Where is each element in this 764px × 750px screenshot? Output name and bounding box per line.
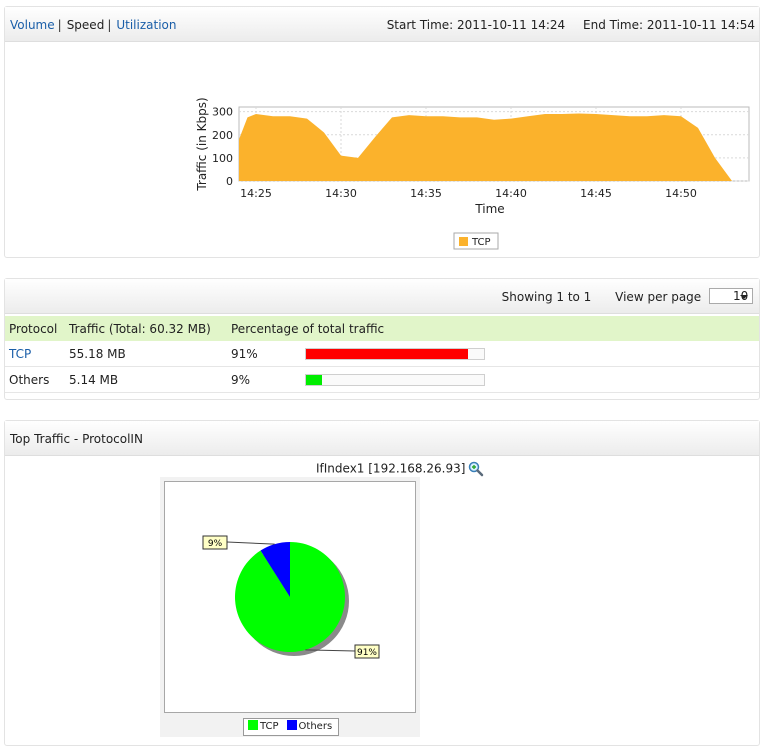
protocol-table: Protocol Traffic (Total: 60.32 MB) Perce… <box>5 316 759 393</box>
chevron-down-icon <box>740 295 748 299</box>
legend-swatch-tcp <box>248 720 258 730</box>
legend-swatch-others <box>286 720 297 730</box>
legend-label-tcp: TCP <box>260 721 279 732</box>
pie-plot-area: 91% 9% <box>164 481 416 713</box>
table-header-row: Protocol Traffic (Total: 60.32 MB) Perce… <box>5 316 759 341</box>
x-tick-label: 14:40 <box>495 187 527 200</box>
pie-callout-others: 9% <box>202 535 228 550</box>
column-header-percentage[interactable]: Percentage of total traffic <box>227 316 759 341</box>
legend-label-tcp: TCP <box>471 237 491 248</box>
percent-value: 91% <box>227 341 301 367</box>
percent-bar-fill <box>306 374 323 385</box>
legend-label-others: Others <box>298 721 333 732</box>
percent-bar-cell <box>301 341 759 367</box>
pager: Showing 1 to 1 View per page 10 <box>482 288 753 305</box>
table-row: TCP 55.18 MB 91% <box>5 341 759 367</box>
tcp-area-series <box>239 113 732 181</box>
legend-swatch-tcp <box>459 237 468 246</box>
traffic-value: 5.14 MB <box>65 366 227 393</box>
pie-callout-tcp: 91% <box>354 644 380 659</box>
y-tick-label: 300 <box>212 106 233 119</box>
chart-legend: TCP <box>453 232 499 250</box>
protocol-pie-chart: 91% 9% <box>202 535 380 659</box>
traffic-chart-panel: Volume | Speed | Utilization Start Time: 201… <box>4 6 760 258</box>
view-per-page-label: View per page <box>615 289 702 304</box>
pie-chart-title: IfIndex1 [192.168.26.93] <box>316 461 484 477</box>
percent-bar-fill <box>306 348 468 359</box>
pie-data-label: 9% <box>208 539 223 549</box>
x-tick-label: 14:35 <box>410 187 442 200</box>
pie-callout-line <box>226 541 275 545</box>
table-row: Others 5.14 MB 9% <box>5 366 759 393</box>
percent-bar <box>305 347 485 360</box>
percent-value: 9% <box>227 366 301 393</box>
showing-count: Showing 1 to 1 <box>501 289 592 304</box>
view-per-page-select[interactable]: 10 <box>709 288 753 304</box>
top-traffic-panel: Top Traffic - ProtocolIN IfIndex1 [192.1… <box>4 420 760 746</box>
protocol-link[interactable]: TCP <box>5 341 65 367</box>
x-tick-label: 14:45 <box>580 187 612 200</box>
y-tick-label: 100 <box>212 152 233 165</box>
pie-data-label: 91% <box>357 648 377 658</box>
x-tick-label: 14:30 <box>325 187 357 200</box>
top-traffic-title: Top Traffic - ProtocolIN <box>10 432 143 446</box>
protocol-table-header: Showing 1 to 1 View per page 10 <box>5 279 759 314</box>
pie-chart-box: 91% 9% TCP Others <box>160 477 420 737</box>
x-axis-title: Time <box>474 202 504 216</box>
percent-bar <box>305 373 485 386</box>
pie-title-text: IfIndex1 [192.168.26.93] <box>316 461 466 476</box>
protocol-table-panel: Showing 1 to 1 View per page 10 Protocol… <box>4 278 760 400</box>
x-tick-label: 14:50 <box>665 187 697 200</box>
y-axis-title: Traffic (in Kbps) <box>195 97 209 191</box>
protocol-label: Others <box>5 366 65 393</box>
percent-bar-cell <box>301 366 759 393</box>
pie-legend: TCP Others <box>243 718 339 736</box>
traffic-value: 55.18 MB <box>65 341 227 367</box>
zoom-icon[interactable] <box>468 461 484 477</box>
y-tick-label: 200 <box>212 129 233 142</box>
y-tick-label: 0 <box>226 175 233 188</box>
traffic-area-chart: 0 100 200 300 14:25 14:30 14:35 14:40 14:45 14:50… <box>195 97 750 250</box>
x-tick-label: 14:25 <box>240 187 272 200</box>
column-header-traffic[interactable]: Traffic (Total: 60.32 MB) <box>65 316 227 341</box>
column-header-protocol[interactable]: Protocol <box>5 316 65 341</box>
top-traffic-header: Top Traffic - ProtocolIN <box>5 421 759 456</box>
